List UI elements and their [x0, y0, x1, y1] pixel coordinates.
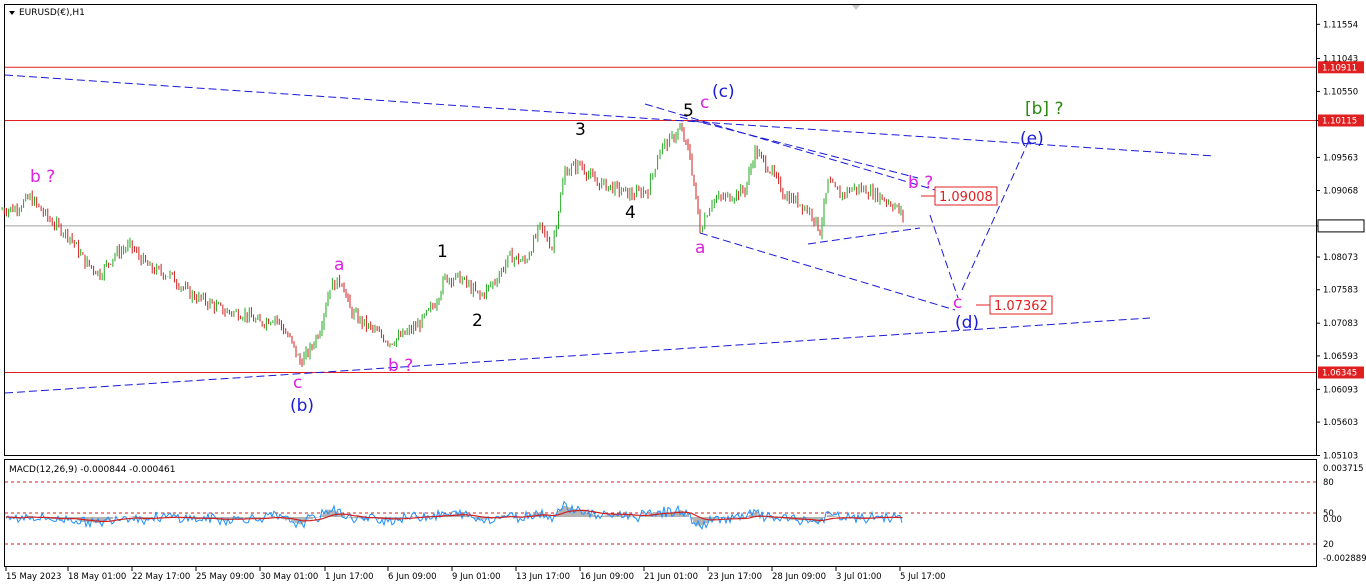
x-tick-label: 5 Jul 17:00 — [900, 572, 946, 582]
x-tick-label: 25 May 09:00 — [196, 572, 254, 582]
level-label: 1.06345 — [1322, 369, 1357, 379]
x-tick-label: 13 Jun 17:00 — [516, 572, 570, 582]
wave-label: b ? — [388, 356, 413, 376]
x-tick-label: 3 Jul 01:00 — [836, 572, 882, 582]
x-tick-label: 9 Jun 01:00 — [452, 572, 501, 582]
price-box-label: 1.07362 — [994, 299, 1048, 314]
x-tick-label: 18 May 01:00 — [68, 572, 126, 582]
wave-label: a — [334, 255, 344, 275]
symbol-label: EURUSD(€),H1 — [19, 8, 85, 18]
x-tick-label: 30 May 01:00 — [260, 572, 318, 582]
level-label: 1.10911 — [1322, 63, 1357, 73]
x-tick-label: 6 Jun 09:00 — [388, 572, 437, 582]
wave-label: 4 — [625, 203, 636, 223]
wave-label: [b] ? — [1025, 99, 1063, 119]
level-label: 1.08538 — [1322, 222, 1357, 232]
level-label: 1.10115 — [1322, 117, 1357, 127]
y-tick-label: 1.07583 — [1323, 286, 1358, 296]
wave-label: a — [695, 238, 705, 258]
y-tick-label: 1.08073 — [1323, 253, 1358, 263]
macd-level-label: 20 — [1323, 540, 1334, 550]
price-box-label: 1.09008 — [939, 190, 993, 205]
wave-label: (e) — [1020, 129, 1044, 149]
y-tick-label: 1.06593 — [1323, 352, 1358, 362]
y-tick-label: 1.09563 — [1323, 153, 1358, 163]
wave-label: c — [293, 373, 302, 393]
wave-label: (b) — [290, 396, 314, 416]
wave-label: 5 — [683, 101, 694, 121]
wave-label: (d) — [955, 313, 979, 333]
y-tick-label: 1.10550 — [1323, 87, 1358, 97]
macd-label: MACD(12,26,9) -0.000844 -0.000461 — [9, 465, 175, 475]
wave-label: b ? — [30, 167, 55, 187]
macd-tick-label: 0.00 — [1323, 515, 1342, 525]
wave-label: 3 — [575, 120, 586, 140]
wave-label: 1 — [437, 242, 448, 262]
wave-label: c — [953, 293, 962, 313]
macd-level-label: 80 — [1323, 478, 1334, 488]
price-chart[interactable]: EURUSD(€),H1 MACD(12,26,9) -0.000844 -0.… — [0, 0, 1366, 588]
y-tick-label: 1.05103 — [1323, 452, 1358, 462]
wave-label: 2 — [472, 311, 483, 331]
x-tick-label: 15 May 2023 — [6, 572, 61, 582]
macd-tick-label: -0.002889 — [1323, 554, 1366, 564]
wave-label: (c) — [712, 82, 735, 102]
y-tick-label: 1.06093 — [1323, 385, 1358, 395]
x-tick-label: 1 Jun 17:00 — [325, 572, 374, 582]
wave-label: c — [700, 93, 709, 113]
main-plot-frame — [4, 4, 1317, 456]
y-tick-label: 1.05603 — [1323, 418, 1358, 428]
x-tick-label: 22 May 17:00 — [132, 572, 190, 582]
x-tick-label: 21 Jun 01:00 — [644, 572, 698, 582]
macd-tick-label: 0.003715 — [1323, 464, 1364, 474]
x-tick-label: 16 Jun 09:00 — [580, 572, 634, 582]
wave-label: b ? — [908, 173, 933, 193]
y-tick-label: 1.11554 — [1323, 20, 1358, 30]
x-tick-label: 23 Jun 17:00 — [708, 572, 762, 582]
y-tick-label: 1.09068 — [1323, 186, 1358, 196]
x-tick-label: 28 Jun 09:00 — [772, 572, 826, 582]
y-tick-label: 1.07083 — [1323, 319, 1358, 329]
